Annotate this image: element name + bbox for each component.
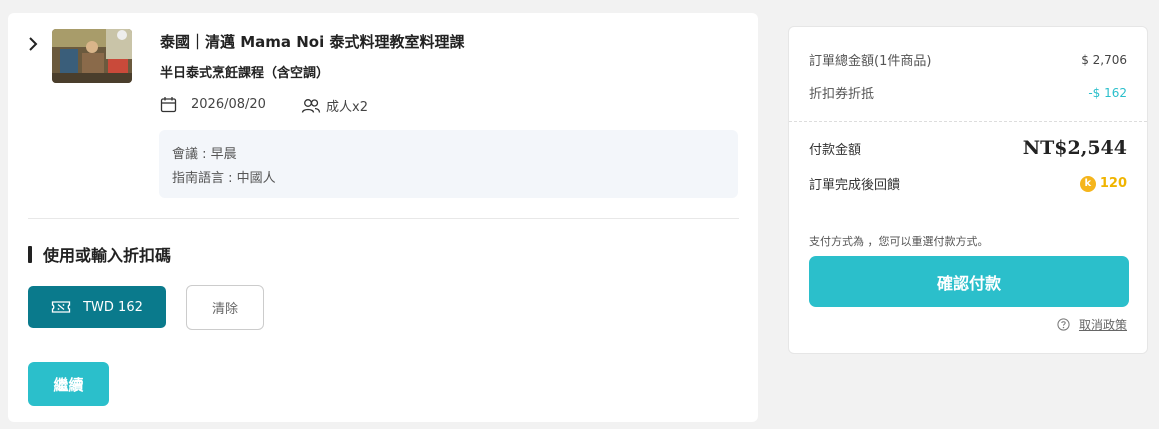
continue-button[interactable]: 繼續 — [28, 362, 109, 406]
coupon-section-header: 使用或輸入折扣碼 — [28, 242, 171, 266]
coupon-label: TWD 162 — [83, 299, 143, 315]
guest-count: 成人x2 — [326, 100, 368, 115]
confirm-payment-button[interactable]: 確認付款 — [809, 256, 1129, 307]
reward-row: 訂單完成後回饋 k 120 — [809, 174, 1127, 193]
date-row: 2026/08/20 — [160, 96, 266, 113]
discount-label: 折扣券折抵 — [809, 87, 875, 102]
pay-amount-row: 付款金額 NT$2,544 — [809, 137, 1127, 159]
ticket-icon — [51, 301, 71, 313]
meeting-time: 會議 : 早晨 — [172, 147, 237, 162]
product-title: 泰國｜清邁 Mama Noi 泰式料理教室料理課 — [160, 33, 465, 51]
clear-coupon-button[interactable]: 清除 — [186, 285, 264, 330]
discount-row: 折扣券折抵 -$ 162 — [809, 83, 1127, 103]
coin-icon: k — [1079, 175, 1096, 192]
pay-amount-value: NT$2,544 — [1022, 137, 1127, 159]
people-icon — [301, 98, 321, 113]
reward-label: 訂單完成後回饋 — [809, 178, 901, 193]
order-item-card: 泰國｜清邁 Mama Noi 泰式料理教室料理課 半日泰式烹飪課程（含空調） 2… — [8, 13, 758, 422]
section-marker — [28, 245, 32, 263]
coupon-section-title: 使用或輸入折扣碼 — [43, 246, 172, 265]
reward-value: 120 — [1099, 176, 1127, 191]
applied-coupon-button[interactable]: TWD 162 — [28, 286, 166, 328]
help-circle-icon — [1057, 318, 1070, 331]
guide-language: 指南語言 : 中國人 — [172, 171, 276, 186]
divider — [28, 218, 739, 219]
payment-method-note: 支付方式為 ，您可以重選付款方式。 — [809, 235, 989, 248]
order-total-row: 訂單總金額(1件商品) $ 2,706 — [809, 50, 1127, 70]
calendar-icon — [160, 97, 177, 113]
cancel-policy[interactable]: 取消政策 — [1057, 316, 1127, 333]
order-total-label: 訂單總金額(1件商品) — [809, 54, 932, 69]
summary-divider — [789, 121, 1147, 122]
booking-info-box: 會議 : 早晨 指南語言 : 中國人 — [159, 130, 738, 198]
cancel-policy-link[interactable]: 取消政策 — [1079, 316, 1127, 333]
product-thumbnail — [52, 29, 132, 83]
chevron-right-icon[interactable] — [26, 35, 40, 53]
reward-amount: k 120 — [1079, 175, 1127, 192]
order-total-value: $ 2,706 — [1081, 52, 1127, 67]
discount-value: -$ 162 — [1088, 85, 1127, 100]
pay-amount-label: 付款金額 — [809, 142, 862, 158]
guests-row: 成人x2 — [301, 96, 368, 115]
product-subtitle: 半日泰式烹飪課程（含空調） — [160, 66, 330, 81]
booking-date: 2026/08/20 — [191, 97, 266, 112]
order-summary-card: 訂單總金額(1件商品) $ 2,706 折扣券折抵 -$ 162 付款金額 NT… — [788, 26, 1148, 354]
